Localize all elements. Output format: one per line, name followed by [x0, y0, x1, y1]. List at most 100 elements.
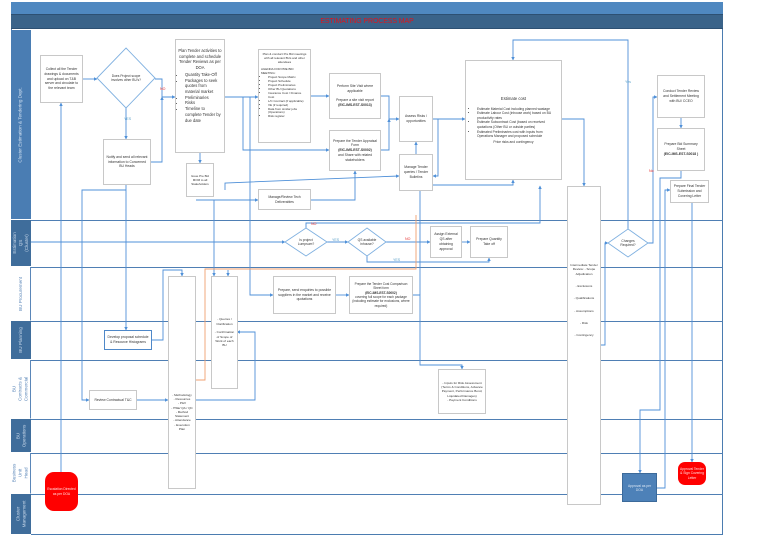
tender-appraisal-step: Prepare the Tender Appraisal Form (EIC-I… — [329, 130, 381, 171]
agenda-bullets: Project Scope Matrix Project Schedule Pr… — [261, 76, 308, 119]
yes-label: YES — [124, 117, 132, 121]
connector — [432, 118, 439, 178]
connector — [224, 174, 400, 190]
scope-decision: Does Project scope involves other BU's? — [111, 73, 141, 82]
yes-label: YES — [332, 238, 340, 242]
risk-inputs-step: - Inputs for Risk Assessment (Terms & Co… — [438, 369, 486, 414]
step-text: - Method Statement — [174, 409, 190, 419]
form-code: (EIC-IMS-EST-S0018 ) — [663, 151, 699, 156]
step-text: Intermediate Tender Review: - Scope Adju… — [570, 263, 598, 276]
step-text: Prepare the Tender Appraisal Form — [333, 138, 377, 148]
site-visit-step: Perform Site Visit where applicable Prep… — [329, 73, 381, 119]
issue-mom-step: Issue Pre Bid MOM to all Stakeholders — [186, 163, 214, 197]
step-text: Escalation Directed as per DOA — [47, 486, 76, 496]
step-text: Notify and send all relevant information… — [106, 154, 148, 169]
prebid-meeting-step: Plan & conduct Pre Bid meetings with all… — [258, 49, 311, 143]
assess-risks-step: Assess Risks / opportunities — [399, 96, 433, 142]
lumpsum-decision: Is project Lumpsum? — [297, 237, 315, 246]
step-text: Collect all the Tender drawings & docume… — [44, 67, 79, 91]
step-text: Assign External QS after obtaining appro… — [434, 232, 458, 251]
connector — [305, 185, 542, 228]
final-submission-step: Prepare Final Tender Submission and Cove… — [670, 180, 709, 203]
connector — [311, 170, 357, 201]
estimate-bullets: Estimate Material Cost including planned… — [470, 107, 557, 139]
step-heading: Plan Tender activities to complete and s… — [178, 48, 222, 71]
step-text: Perform Site Visit where applicable — [336, 84, 374, 93]
step-text: - Risk — [580, 320, 588, 325]
step-text: Prepare the Tender Cost Comparison Sheet… — [354, 281, 408, 291]
bullet: Timeline to complete Tender by due date — [185, 106, 222, 123]
step-heading: Plan & conduct Pre Bid meetings with all… — [262, 52, 307, 64]
step-heading: Estimate cost — [500, 95, 527, 101]
notify-bu-heads-step: Notify and send all relevant information… — [103, 139, 151, 185]
step-text: - Exclusions — [575, 283, 593, 288]
bullet: Quantity Take-Off — [185, 72, 222, 78]
step-text: Price risks and contingency — [493, 139, 534, 144]
step-text: - Contingency — [574, 333, 594, 338]
yes-label: YES — [393, 258, 401, 262]
estimate-cost-step: Estimate cost Estimate Material Cost inc… — [465, 60, 562, 180]
changes-decision: Changes Required? — [620, 238, 636, 247]
step-text: Develop proposal schedule & Resource His… — [107, 335, 149, 344]
step-text: Prepare Quantity Take off — [476, 237, 502, 246]
queries-clarification-step: - Queries / Clarification - Confirmation… — [211, 276, 238, 389]
step-text: - Inputs for Risk Assessment (Terms & Co… — [441, 380, 483, 398]
step-text: Review Contractual T&C — [94, 397, 132, 402]
step-text: Prepare, send enquiries to possible supp… — [277, 287, 332, 302]
methodology-step: - Methodology - Resources - P&V - HSE/ Q… — [168, 276, 196, 489]
step-text: Manage Tender queries / Tender Bulletins — [403, 165, 429, 179]
connector — [381, 118, 391, 151]
tech-deliverables-step: Manage/Review Tech Deliverables — [258, 189, 311, 210]
step-text: Prepare Bid Summary Sheet — [664, 142, 698, 152]
step-text: - Qualifications — [573, 296, 595, 301]
step-text: Manage/Review Tech Deliverables — [268, 194, 301, 204]
step-text: - Payment Conditions — [447, 397, 477, 402]
qs-decision: QS available inhouse? — [357, 237, 377, 246]
collect-documents-step: Collect all the Tender drawings & docume… — [40, 55, 83, 103]
approval-doa-step: Approval as per DOA — [622, 473, 657, 502]
develop-schedule-step: Develop proposal schedule & Resource His… — [104, 330, 152, 350]
no-label: NO — [160, 87, 166, 91]
agenda-heading: AGENDA FOR PRE BID MEETING: — [261, 66, 294, 75]
bullet: Packages to seek quotes from material ma… — [185, 78, 222, 95]
escalation-terminator: Escalation Directed as per DOA — [45, 472, 78, 511]
approve-tender-terminator: Approval Tender & Sign Covering Letter — [678, 462, 706, 485]
step-text: - Execution Plan — [174, 422, 190, 432]
step-text: Prepare Final Tender Submission and Cove… — [673, 184, 706, 198]
step-text: Approval Tender & Sign Covering Letter — [680, 466, 704, 480]
connector — [657, 188, 671, 489]
step-text: covering full scope for each package (in… — [352, 295, 410, 308]
connector — [151, 96, 164, 163]
connector — [562, 118, 586, 187]
bullet: Estimate Labour Cost (inhouse work) base… — [477, 111, 557, 120]
step-text: Assess Risks / opportunities — [404, 114, 428, 123]
step-text: - Confirmation of Scope of Work of each … — [214, 330, 235, 348]
step-text: Conduct Tender Review and Settlement Mee… — [663, 89, 699, 103]
no-label: NO — [311, 222, 317, 226]
plan-bullets: Quantity Take-Off Packages to seek quote… — [178, 72, 222, 123]
assign-external-qs-step: Assign External QS after obtaining appro… — [430, 226, 462, 258]
connector — [381, 95, 400, 121]
bullet: Estimated Preliminaries cost with inputs… — [477, 130, 557, 139]
connector — [81, 189, 126, 402]
connector — [413, 294, 464, 370]
supplier-enquiries-step: Prepare, send enquiries to possible supp… — [273, 276, 336, 314]
step-text: Issue Pre Bid MOM to all Stakeholders — [191, 173, 209, 187]
bullet: Risk register — [268, 114, 308, 119]
step-text: - Assumptions — [574, 308, 594, 313]
bid-summary-step: Prepare Bid Summary Sheet (EIC-IMS-EST-S… — [657, 128, 705, 171]
plan-tender-step: Plan Tender activities to complete and s… — [175, 39, 225, 153]
connector — [601, 241, 609, 346]
intermediate-review-step: Intermediate Tender Review: - Scope Adju… — [567, 186, 601, 505]
yes-label: Yes — [625, 80, 631, 84]
no-label: No — [649, 169, 654, 173]
connector — [638, 171, 682, 474]
no-label: NO — [405, 237, 411, 241]
quantity-takeoff-step: Prepare Quantity Take off — [470, 226, 508, 258]
manage-queries-step: Manage Tender queries / Tender Bulletins — [399, 154, 433, 191]
review-tc-step: Review Contractual T&C — [89, 390, 137, 410]
bullet: Estimate Subcontract Cost (based on rece… — [477, 120, 557, 129]
cost-comparison-step: Prepare the Tender Cost Comparison Sheet… — [349, 276, 413, 314]
step-text: and Share with related stakeholders — [338, 152, 372, 162]
step-text: - Queries / Clarification — [216, 317, 233, 326]
